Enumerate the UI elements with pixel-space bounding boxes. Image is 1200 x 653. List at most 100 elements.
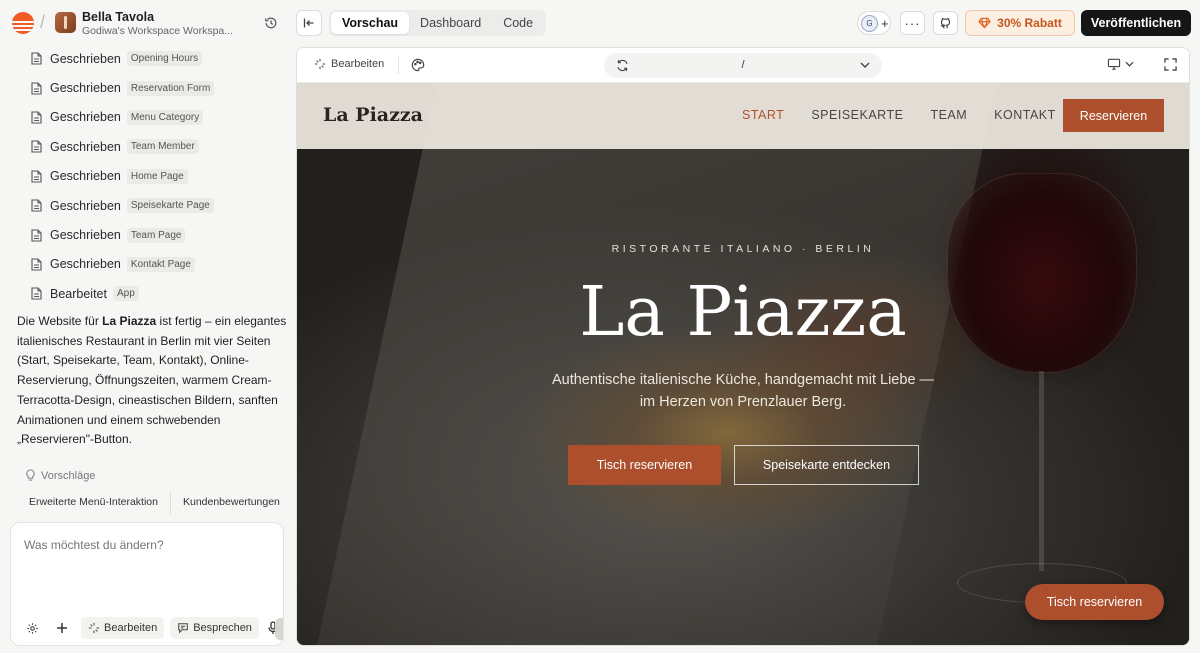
log-item[interactable]: Bearbeitet App (0, 279, 293, 308)
app-logo-icon[interactable] (12, 12, 34, 34)
settings-icon[interactable] (21, 617, 43, 639)
visual-edit-label: Bearbeiten (331, 58, 385, 70)
suggestions-list: Erweiterte Menü-Interaktion Kundenbewertu… (17, 492, 287, 514)
sparkle-cursor-icon (88, 622, 100, 634)
reserve-nav-button[interactable]: Reservieren (1063, 99, 1164, 132)
log-target: Team Member (126, 139, 199, 155)
suggestions-label: Vorschläge (25, 469, 95, 482)
history-icon[interactable] (264, 16, 278, 30)
log-target: Home Page (126, 168, 188, 184)
add-collaborator-icon: + (881, 15, 889, 31)
fullscreen-icon[interactable] (1164, 58, 1177, 71)
log-item[interactable]: Geschrieben Kontakt Page (0, 250, 293, 279)
chat-sidebar: / Bella Tavola Godiwa's Workspace Worksp… (0, 0, 293, 653)
discuss-mode-label: Besprechen (193, 622, 252, 634)
log-target: Opening Hours (126, 51, 203, 67)
prompt-input[interactable] (24, 538, 264, 552)
file-icon (31, 140, 42, 153)
url-path[interactable]: / (604, 59, 882, 71)
activity-log: Geschrieben Opening Hours Geschrieben Reser… (0, 44, 293, 309)
edit-mode-button[interactable]: Bearbeiten (81, 617, 165, 639)
file-icon (31, 287, 42, 300)
sparkle-cursor-icon (314, 58, 326, 70)
github-icon (940, 17, 951, 28)
log-action: Geschrieben (50, 198, 121, 213)
composer-toolbar: Bearbeiten Besprechen (21, 617, 281, 639)
message-bold: La Piazza (102, 314, 157, 328)
log-target: Reservation Form (126, 80, 215, 96)
view-tabs: Vorschau Dashboard Code (329, 10, 547, 36)
log-item[interactable]: Geschrieben Team Page (0, 220, 293, 249)
log-action: Geschrieben (50, 81, 121, 96)
github-button[interactable] (933, 11, 958, 35)
site-nav-speisekarte[interactable]: SPEISEKARTE (811, 108, 903, 122)
preview-toolbar: Bearbeiten / (297, 48, 1189, 83)
site-navigation: START SPEISEKARTE TEAM KONTAKT (742, 108, 1083, 122)
log-item[interactable]: Geschrieben Menu Category (0, 103, 293, 132)
hero-overlay (297, 83, 1189, 645)
hero-subtitle: Authentische italienische Küche, handgem… (551, 372, 935, 410)
log-item[interactable]: Geschrieben Reservation Form (0, 73, 293, 102)
file-icon (31, 199, 42, 212)
reserve-table-button[interactable]: Tisch reservieren (568, 445, 721, 485)
log-target: App (112, 286, 139, 302)
suggestion-chip[interactable]: Erweiterte Menü-Interaktion (17, 492, 171, 514)
send-button[interactable] (275, 618, 283, 640)
chat-icon (178, 623, 189, 634)
workspace-name: Godiwa's Workspace Workspa... (82, 25, 232, 37)
chevron-down-icon[interactable] (860, 61, 870, 69)
file-icon (31, 52, 42, 65)
project-name[interactable]: Bella Tavola (82, 10, 154, 24)
project-header: / Bella Tavola Godiwa's Workspace Worksp… (0, 0, 293, 46)
toolbar-divider (398, 57, 399, 74)
gem-icon (978, 17, 992, 29)
log-action: Geschrieben (50, 51, 121, 66)
website-preview: La Piazza START SPEISEKARTE TEAM KONTAKT Re… (297, 83, 1189, 645)
url-bar[interactable]: / (604, 53, 882, 78)
collaborator-avatar: G (861, 14, 878, 32)
log-target: Menu Category (126, 109, 204, 125)
file-icon (31, 258, 42, 271)
site-nav-kontakt[interactable]: KONTAKT (994, 108, 1056, 122)
file-icon (31, 82, 42, 95)
chevron-down-icon (1125, 61, 1134, 67)
hero-kicker: RISTORANTE ITALIANO · BERLIN (611, 243, 875, 255)
add-icon[interactable] (51, 617, 73, 639)
suggestion-chip[interactable]: Kundenbewertungen (171, 492, 287, 514)
explore-menu-button[interactable]: Speisekarte entdecken (734, 445, 919, 485)
message-text: Die Website für (17, 314, 103, 328)
site-header: La Piazza START SPEISEKARTE TEAM KONTAKT Re… (297, 83, 1189, 149)
edit-mode-label: Bearbeiten (104, 622, 158, 634)
project-avatar[interactable] (55, 12, 76, 33)
site-nav-team[interactable]: TEAM (930, 108, 967, 122)
discount-button[interactable]: 30% Rabatt (965, 10, 1075, 36)
log-item[interactable]: Geschrieben Opening Hours (0, 44, 293, 73)
tab-code[interactable]: Code (492, 12, 544, 34)
device-selector[interactable] (1107, 58, 1138, 70)
hero-title: La Piazza (579, 273, 907, 352)
log-action: Geschrieben (50, 257, 121, 272)
floating-reserve-button[interactable]: Tisch reservieren (1025, 584, 1164, 620)
collapse-left-icon (303, 18, 314, 28)
palette-icon[interactable] (411, 58, 425, 72)
top-bar: Vorschau Dashboard Code G + ··· 30% Rabatt… (293, 0, 1200, 46)
suggestions-label-text: Vorschläge (41, 469, 96, 482)
log-item[interactable]: Geschrieben Home Page (0, 162, 293, 191)
file-icon (31, 111, 42, 124)
more-options-button[interactable]: ··· (900, 11, 925, 35)
collapse-sidebar-button[interactable] (296, 10, 322, 36)
tab-dashboard[interactable]: Dashboard (409, 12, 492, 34)
discuss-mode-button[interactable]: Besprechen (170, 617, 259, 639)
desktop-icon (1107, 58, 1121, 70)
lightbulb-icon (26, 469, 35, 481)
site-nav-start[interactable]: START (742, 108, 784, 122)
assistant-message: Die Website für La Piazza ist fertig – e… (17, 312, 287, 450)
log-item[interactable]: Geschrieben Speisekarte Page (0, 191, 293, 220)
visual-edit-button[interactable]: Bearbeiten (314, 58, 384, 70)
log-item[interactable]: Geschrieben Team Member (0, 132, 293, 161)
collaborators-button[interactable]: G + (857, 11, 891, 35)
tab-vorschau[interactable]: Vorschau (331, 12, 410, 34)
publish-button[interactable]: Veröffentlichen (1081, 10, 1191, 36)
reload-icon[interactable] (616, 59, 629, 72)
site-logo[interactable]: La Piazza (323, 104, 423, 126)
